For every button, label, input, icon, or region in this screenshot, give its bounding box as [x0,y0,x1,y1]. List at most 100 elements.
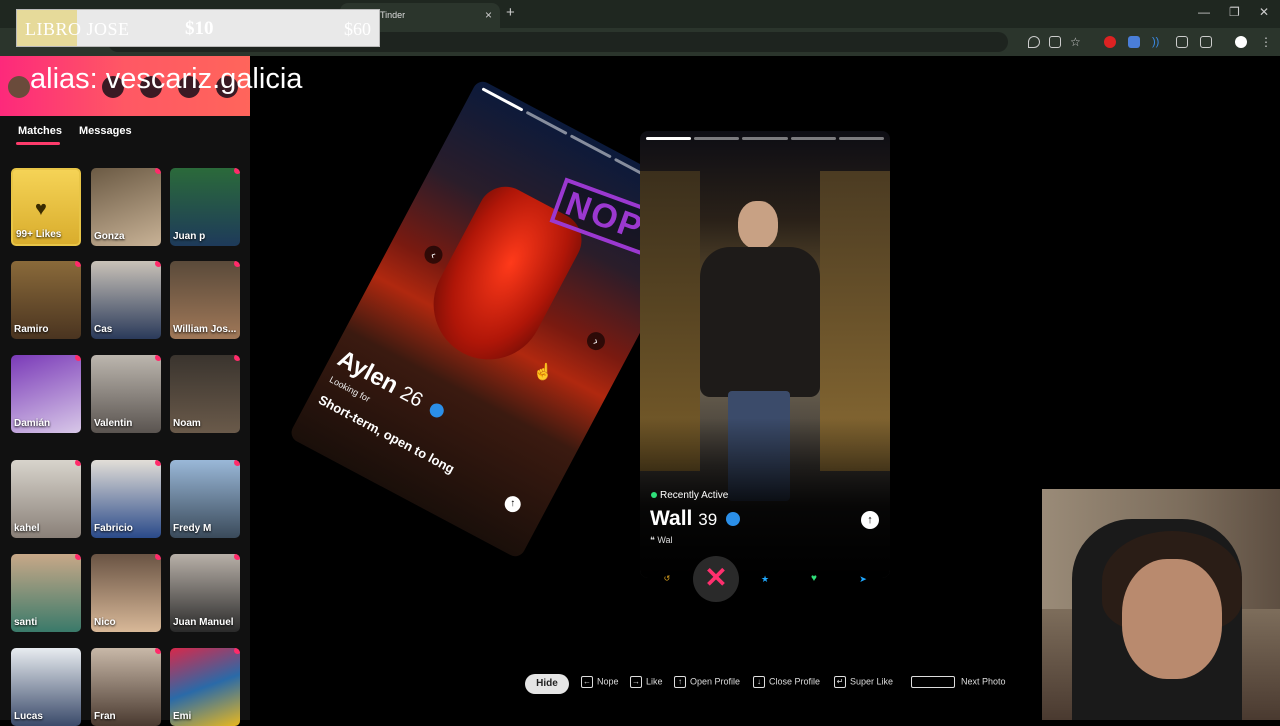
left-arrow-key-icon: ← [581,676,593,688]
match-card[interactable]: Ramiro [11,261,81,339]
match-name: Cas [94,324,113,335]
match-name: Nico [94,617,116,628]
unread-dot [155,554,161,560]
tab-close-icon[interactable]: × [485,8,492,22]
match-card[interactable]: Gonza [91,168,161,246]
match-card[interactable]: Nico [91,554,161,632]
match-name: Ramiro [14,324,49,335]
hide-shortcuts-button[interactable]: Hide [525,674,569,694]
match-card[interactable]: William Jos... [170,261,240,339]
unread-dot [155,261,161,267]
profile-icon[interactable] [1235,36,1247,48]
extension-red-icon[interactable] [1104,36,1116,48]
avatar[interactable] [8,76,30,98]
unread-dot [75,554,81,560]
close-window-button[interactable]: ✕ [1259,5,1269,19]
match-name: Emi [173,711,192,722]
match-card[interactable]: Juan Manuel [170,554,240,632]
match-card[interactable]: Fabricio [91,460,161,538]
match-name: Valentin [94,418,133,429]
nope-button[interactable]: ✕ [693,556,739,602]
likes-heart-icon: ♥ [35,198,47,220]
profile-bio: ❝ Wal [650,535,673,546]
enter-key-icon: ↵ [834,676,846,688]
boost-button[interactable]: ➤ [857,573,869,585]
rewind-button[interactable]: ↺ [662,574,672,584]
unread-dot [75,460,81,466]
match-card[interactable]: Lucas [11,648,81,726]
open-profile-icon[interactable]: ↑ [504,496,521,513]
up-arrow-key-icon: ↑ [674,676,686,688]
unread-dot [155,460,161,466]
match-card[interactable]: Fran [91,648,161,726]
install-icon[interactable] [1049,36,1061,48]
match-card[interactable]: Juan p [170,168,240,246]
match-card[interactable]: Emi [170,648,240,726]
restore-button[interactable]: ❐ [1229,5,1240,19]
match-card[interactable]: santi [11,554,81,632]
shortcut-label: Next Photo [961,676,1006,687]
goal-current: $10 [185,18,214,39]
match-name: Lucas [14,711,43,722]
match-name: Juan Manuel [173,617,234,628]
extension-blue-icon[interactable] [1128,36,1140,48]
match-card[interactable]: Valentin [91,355,161,433]
profile-age: 39 [698,510,718,529]
down-arrow-key-icon: ↓ [753,676,765,688]
new-tab-button[interactable]: + [506,4,515,21]
verified-badge-icon [427,400,447,420]
activity-status-text: Recently Active [660,490,729,501]
browser-menu-icon[interactable]: ⋮ [1260,36,1272,48]
space-key-icon [911,676,955,688]
next-photo-icon[interactable]: › [583,328,609,354]
profile-age: 26 [396,382,427,412]
prev-photo-icon[interactable]: ‹ [421,242,446,267]
match-name: santi [14,617,38,628]
match-card[interactable]: Cas [91,261,161,339]
photo-progress [646,137,885,140]
bookmark-star-icon[interactable]: ☆ [1070,36,1082,48]
minimize-button[interactable]: — [1198,5,1210,19]
shortcut-label: Close Profile [769,676,821,687]
match-card[interactable]: Damián [11,355,81,433]
match-name: Juan p [173,231,206,242]
current-profile-card[interactable]: Recently Active Wall 39 ❝ Wal ↑ [640,131,890,578]
extension-audio-icon[interactable]: )) [1152,36,1164,48]
hand-cursor-icon: ☝ [533,364,553,381]
unread-dot [234,554,240,560]
verified-badge-icon [726,512,740,527]
like-button[interactable]: ♥ [808,573,820,585]
match-name: Gonza [94,231,125,242]
match-card[interactable]: kahel [11,460,81,538]
goal-label: LIBRO JOSE [25,19,130,39]
extensions-puzzle-icon[interactable] [1200,36,1212,48]
shortcut-label: Nope [597,676,619,687]
unread-dot [234,168,240,174]
shortcut-like: → Like [630,676,663,692]
unread-dot [75,261,81,267]
shortcut-label: Open Profile [690,676,741,687]
likes-tile[interactable]: ♥ 99+ Likes [11,168,81,246]
location-icon[interactable] [1028,36,1040,48]
extension-gift-icon[interactable] [1176,36,1188,48]
unread-dot [234,355,240,361]
goal-progress-bar: LIBRO JOSE $10 $60 [16,9,380,47]
unread-dot [234,460,240,466]
unread-dot [155,355,161,361]
tab-messages[interactable]: Messages [79,125,132,137]
shortcut-label: Like [646,676,663,687]
shortcut-label: Super Like [850,676,894,687]
match-name: Noam [173,418,201,429]
open-profile-icon[interactable]: ↑ [861,511,879,529]
tab-matches[interactable]: Matches [18,125,62,137]
goal-max: $60 [344,19,371,39]
profile-bio-text: Wal [657,535,673,545]
webcam-overlay [1042,489,1280,720]
unread-dot [234,648,240,654]
match-card[interactable]: Fredy M [170,460,240,538]
unread-dot [155,648,161,654]
super-like-button[interactable]: ★ [759,573,771,585]
sidebar: Matches Messages ♥ 99+ Likes Gonza Juan … [0,56,250,726]
right-arrow-key-icon: → [630,676,642,688]
match-card[interactable]: Noam [170,355,240,433]
